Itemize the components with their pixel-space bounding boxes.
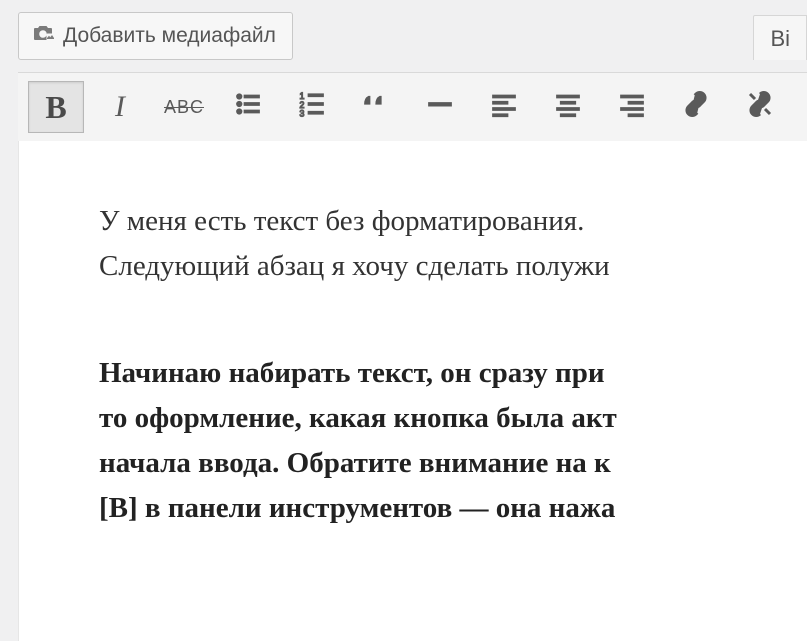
bullet-list-icon [233, 89, 263, 126]
content-paragraph-bold: [B] в панели инструментов — она нажа [99, 486, 807, 531]
svg-text:3: 3 [300, 108, 305, 118]
align-center-button[interactable] [540, 81, 596, 133]
tab-visual[interactable]: Ві [753, 15, 807, 60]
editor-toolbar: B I ABC 123 [18, 72, 807, 141]
paragraph-spacer [99, 289, 807, 351]
bold-icon: B [45, 89, 66, 126]
editor-content[interactable]: У меня есть текст без форматирования. Сл… [18, 141, 807, 641]
align-right-button[interactable] [604, 81, 660, 133]
hr-icon [425, 89, 455, 126]
quote-icon [361, 89, 391, 126]
content-paragraph-bold: начала ввода. Обратите внимание на к [99, 441, 807, 486]
unlink-icon [745, 89, 775, 126]
ordered-list-icon: 123 [297, 89, 327, 126]
strikethrough-button[interactable]: ABC [156, 81, 212, 133]
link-icon [681, 89, 711, 126]
align-right-icon [617, 89, 647, 126]
quote-button[interactable] [348, 81, 404, 133]
italic-button[interactable]: I [92, 81, 148, 133]
camera-icon [31, 21, 55, 51]
ordered-list-button[interactable]: 123 [284, 81, 340, 133]
content-paragraph: У меня есть текст без форматирования. [99, 199, 807, 244]
content-paragraph: Следующий абзац я хочу сделать полужи [99, 244, 807, 289]
align-center-icon [553, 89, 583, 126]
content-paragraph-bold: Начинаю набирать текст, он сразу при [99, 351, 807, 396]
hr-button[interactable] [412, 81, 468, 133]
editor-tabs: Ві [753, 12, 807, 60]
unlink-button[interactable] [732, 81, 788, 133]
italic-icon: I [115, 90, 125, 124]
strikethrough-icon: ABC [164, 97, 204, 118]
link-button[interactable] [668, 81, 724, 133]
bold-button[interactable]: B [28, 81, 84, 133]
content-paragraph-bold: то оформление, какая кнопка была акт [99, 396, 807, 441]
align-left-icon [489, 89, 519, 126]
add-media-button[interactable]: Добавить медиафайл [18, 12, 293, 60]
bullet-list-button[interactable] [220, 81, 276, 133]
align-left-button[interactable] [476, 81, 532, 133]
add-media-label: Добавить медиафайл [63, 24, 276, 48]
